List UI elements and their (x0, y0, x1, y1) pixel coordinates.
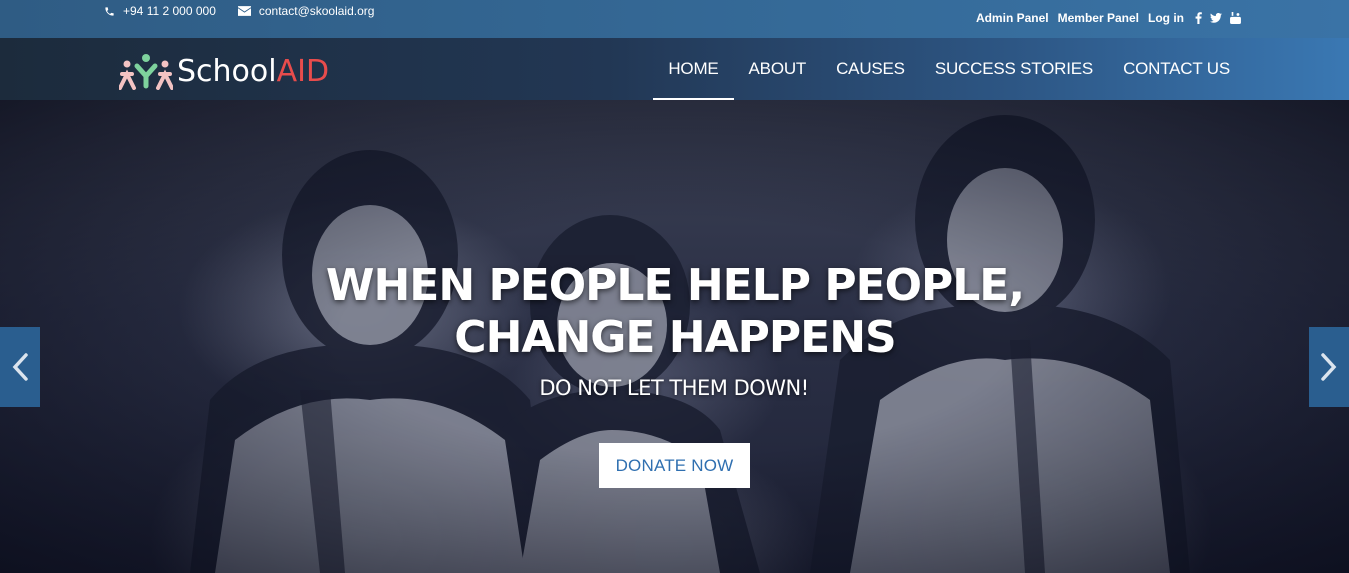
nav-causes[interactable]: CAUSES (821, 38, 920, 100)
logo-text-school: School (177, 53, 277, 89)
donate-now-button[interactable]: DONATE NOW (599, 443, 750, 488)
youtube-icon[interactable] (1230, 12, 1241, 24)
chevron-left-icon (12, 353, 28, 381)
social-links (1195, 12, 1241, 24)
slider-prev-button[interactable] (0, 327, 40, 407)
nav-contact-us[interactable]: CONTACT US (1108, 38, 1245, 100)
nav-home[interactable]: HOME (653, 38, 734, 100)
nav-about[interactable]: ABOUT (734, 38, 822, 100)
site-logo[interactable]: School AID (119, 52, 329, 90)
member-panel-link[interactable]: Member Panel (1058, 11, 1139, 25)
twitter-icon[interactable] (1210, 13, 1222, 23)
email-address[interactable]: contact@skoolaid.org (259, 4, 375, 18)
phone-item: +94 11 2 000 000 (104, 4, 216, 18)
people-logo-icon (119, 54, 173, 90)
hero-title: WHEN PEOPLE HELP PEOPLE, CHANGE HAPPENS (325, 260, 1025, 363)
envelope-icon (237, 6, 251, 16)
nav-success-stories[interactable]: SUCCESS STORIES (920, 38, 1108, 100)
email-item[interactable]: contact@skoolaid.org (237, 4, 375, 18)
top-links: Admin Panel Member Panel Log in (976, 11, 1241, 25)
hero-subtitle: DO NOT LET THEM DOWN! (539, 376, 809, 400)
chevron-right-icon (1321, 353, 1337, 381)
phone-number: +94 11 2 000 000 (123, 4, 216, 18)
slider-next-button[interactable] (1309, 327, 1349, 407)
phone-icon (104, 6, 115, 17)
facebook-icon[interactable] (1195, 12, 1202, 24)
main-navbar: School AID HOME ABOUT CAUSES SUCCESS STOR… (0, 38, 1349, 100)
login-link[interactable]: Log in (1148, 11, 1184, 25)
admin-panel-link[interactable]: Admin Panel (976, 11, 1049, 25)
top-bar: +94 11 2 000 000 contact@skoolaid.org Ad… (0, 0, 1349, 38)
contact-info: +94 11 2 000 000 contact@skoolaid.org (104, 4, 374, 18)
logo-text-aid: AID (276, 53, 330, 89)
hero-slider: WHEN PEOPLE HELP PEOPLE, CHANGE HAPPENS … (0, 100, 1349, 573)
main-nav: HOME ABOUT CAUSES SUCCESS STORIES CONTAC… (653, 38, 1245, 100)
